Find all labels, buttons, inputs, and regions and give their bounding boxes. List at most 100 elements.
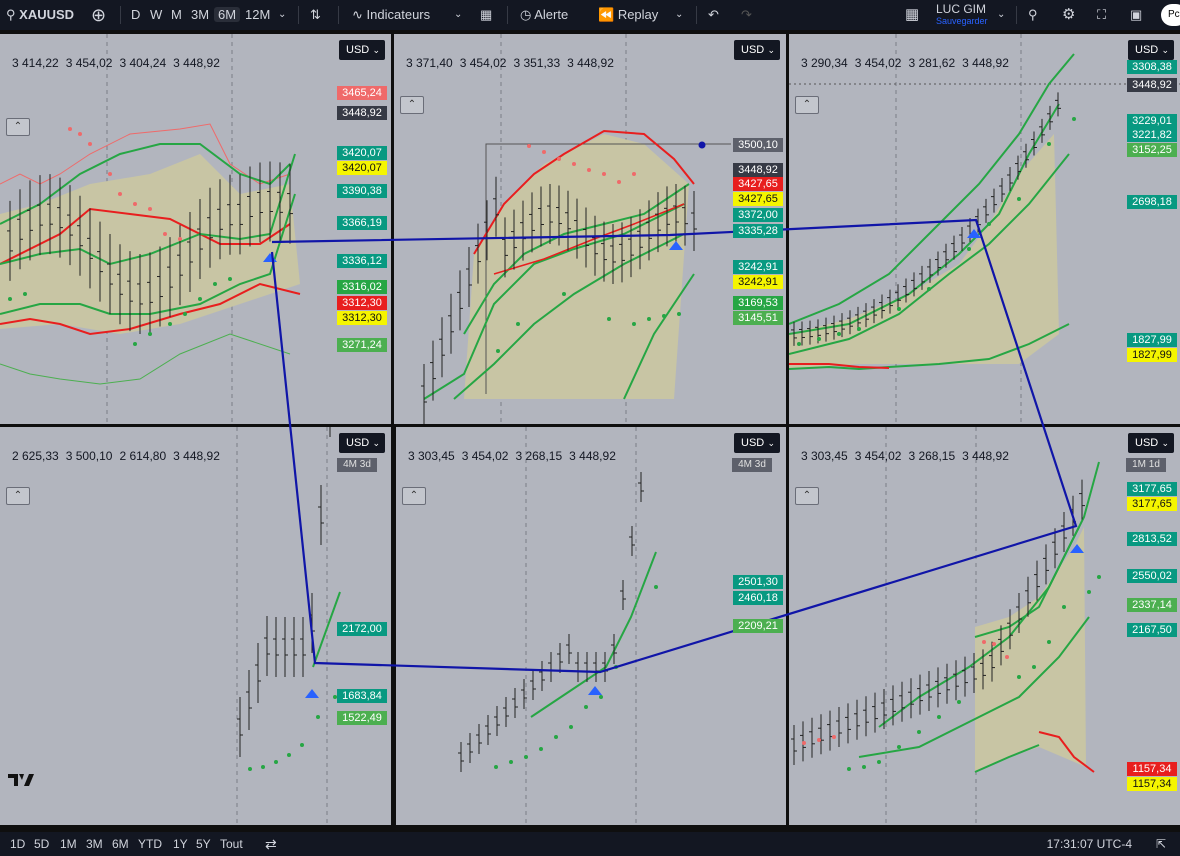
- undo-icon[interactable]: ↶: [708, 0, 719, 30]
- price-tag: 2550,02: [1127, 569, 1177, 583]
- maximize-icon[interactable]: ⇱: [1156, 832, 1166, 856]
- indicators-chevron-icon[interactable]: ⌄: [454, 0, 462, 30]
- price-tag: 1522,49: [337, 711, 387, 725]
- collapse-legend-button[interactable]: ⌃: [6, 118, 30, 136]
- chevron-down-icon: ⌄: [1161, 438, 1169, 448]
- price-tag: 3420,07: [337, 161, 387, 175]
- price-tag: 3177,65: [1127, 497, 1177, 511]
- price-tag: 3420,07: [337, 146, 387, 160]
- chart-canvas[interactable]: [0, 427, 391, 825]
- price-tag: 3390,38: [337, 184, 387, 198]
- quick-search-icon[interactable]: ⚲: [1028, 0, 1038, 30]
- collapse-legend-button[interactable]: ⌃: [795, 96, 819, 114]
- chart-pane-3[interactable]: 3 290,34 3 454,02 3 281,62 3 448,92 USD ⌄ ⌃: [789, 34, 1180, 424]
- chart-pane-1[interactable]: 3 414,22 3 454,02 3 404,24 3 448,92 USD ⌄ ⌃: [0, 34, 391, 424]
- price-tag: 2337,14: [1127, 598, 1177, 612]
- chart-canvas[interactable]: [789, 34, 1180, 424]
- chart-canvas[interactable]: [396, 427, 786, 825]
- layout-save-button[interactable]: LUC GIM Sauvegarder: [936, 0, 988, 33]
- currency-selector[interactable]: USD ⌄: [339, 40, 385, 60]
- price-tag: 3308,38: [1127, 60, 1177, 74]
- collapse-legend-button[interactable]: ⌃: [6, 487, 30, 505]
- collapse-legend-button[interactable]: ⌃: [400, 96, 424, 114]
- ohlc-value: 3 371,40: [406, 56, 453, 70]
- chart-canvas[interactable]: [394, 34, 786, 424]
- price-tag: 3312,30: [337, 296, 387, 310]
- timeframe-label: 1M 1d: [1126, 458, 1166, 472]
- price-tag: 2698,18: [1127, 195, 1177, 209]
- price-tag: 1827,99: [1127, 348, 1177, 362]
- range-button[interactable]: 5D: [34, 832, 49, 856]
- price-tag: 3465,24: [337, 86, 387, 100]
- tf-12m[interactable]: 12M: [245, 0, 270, 30]
- price-tag: 2209,21: [733, 619, 783, 633]
- alert-button[interactable]: ◷ Alerte: [520, 0, 568, 30]
- chart-pane-2[interactable]: 3 371,40 3 454,02 3 351,33 3 448,92 USD ⌄ ⌃: [394, 34, 786, 424]
- currency-selector[interactable]: USD ⌄: [339, 433, 385, 453]
- layout-status: Sauvegarder: [936, 16, 988, 26]
- currency-label: USD: [741, 44, 765, 56]
- price-tag: 3242,91: [733, 260, 783, 274]
- range-button[interactable]: 3M: [86, 832, 103, 856]
- chart-pane-4[interactable]: 2 625,33 3 500,10 2 614,80 3 448,92 USD ⌄ 4M 3…: [0, 427, 391, 825]
- chevron-down-icon: ⌄: [372, 45, 380, 55]
- chart-pane-5[interactable]: 3 303,45 3 454,02 3 268,15 3 448,92 USD ⌄ 4M 3…: [396, 427, 786, 825]
- range-button[interactable]: 1D: [10, 832, 25, 856]
- currency-selector[interactable]: USD ⌄: [734, 433, 780, 453]
- price-tag: 3448,92: [733, 163, 783, 177]
- ohlc-value: 3 448,92: [567, 56, 614, 70]
- camera-icon[interactable]: ▣: [1130, 0, 1142, 30]
- tf-dropdown-chevron-icon[interactable]: ⌄: [278, 0, 286, 30]
- chevron-up-icon: ⌃: [802, 490, 812, 501]
- currency-label: USD: [1135, 437, 1159, 449]
- fullscreen-icon[interactable]: ⛶: [1097, 0, 1106, 30]
- symbol-search-button[interactable]: ⚲ XAUUSD: [6, 0, 74, 30]
- range-button[interactable]: 6M: [112, 832, 129, 856]
- publish-button[interactable]: Pc: [1161, 4, 1180, 26]
- chart-canvas[interactable]: [789, 427, 1180, 825]
- chart-pane-6[interactable]: 3 303,45 3 454,02 3 268,15 3 448,92 USD ⌄ 1M 1…: [789, 427, 1180, 825]
- range-button[interactable]: 1Y: [173, 832, 188, 856]
- chart-canvas[interactable]: [0, 34, 391, 424]
- layout-chevron-icon[interactable]: ⌄: [997, 0, 1005, 30]
- ohlc-value: 3 500,10: [65, 449, 113, 463]
- currency-selector[interactable]: USD ⌄: [1128, 40, 1174, 60]
- candle-style-icon[interactable]: ⇅: [310, 0, 321, 30]
- ohlc-value: 3 351,33: [513, 56, 561, 70]
- layout-grid-icon[interactable]: ▦: [905, 0, 919, 30]
- ohlc-value: 3 290,34: [801, 56, 848, 70]
- templates-grid-icon[interactable]: ▦: [480, 0, 492, 30]
- range-button[interactable]: 1M: [60, 832, 77, 856]
- add-symbol-icon[interactable]: ⊕: [91, 0, 106, 30]
- price-tag: 3312,30: [337, 311, 387, 325]
- replay-button[interactable]: ⏪ Replay: [598, 0, 658, 30]
- redo-icon[interactable]: ↷: [741, 0, 752, 30]
- ohlc-values: 3 303,45 3 454,02 3 268,15 3 448,92: [408, 449, 623, 463]
- price-tag: 3271,24: [337, 338, 387, 352]
- currency-selector[interactable]: USD ⌄: [1128, 433, 1174, 453]
- tf-m[interactable]: M: [171, 0, 182, 30]
- price-tag: 3372,00: [733, 208, 783, 222]
- collapse-legend-button[interactable]: ⌃: [402, 487, 426, 505]
- tf-3m[interactable]: 3M: [191, 0, 209, 30]
- price-tag: 3152,25: [1127, 143, 1177, 157]
- chevron-up-icon: ⌃: [409, 490, 419, 501]
- replay-chevron-icon[interactable]: ⌄: [675, 0, 683, 30]
- tf-d[interactable]: D: [131, 0, 140, 30]
- date-range-icon[interactable]: ⇄: [265, 832, 277, 856]
- top-toolbar: ⚲ XAUUSD ⊕ D W M 3M 6M 12M ⌄ ⇅ ∿ Indicat…: [0, 0, 1180, 30]
- currency-selector[interactable]: USD ⌄: [734, 40, 780, 60]
- chevron-up-icon: ⌃: [802, 99, 812, 110]
- indicators-button[interactable]: ∿ Indicateurs: [352, 0, 430, 30]
- collapse-legend-button[interactable]: ⌃: [795, 487, 819, 505]
- settings-gear-icon[interactable]: ⚙: [1062, 0, 1075, 30]
- ohlc-value: 3 303,45: [801, 449, 848, 463]
- ohlc-value: 3 268,15: [908, 449, 956, 463]
- range-button[interactable]: YTD: [138, 832, 162, 856]
- timeframe-label: 4M 3d: [337, 458, 377, 472]
- range-button[interactable]: 5Y: [196, 832, 211, 856]
- tf-6m[interactable]: 6M: [214, 7, 241, 22]
- range-button[interactable]: Tout: [220, 832, 243, 856]
- tf-w[interactable]: W: [150, 0, 162, 30]
- alarm-clock-icon: ◷: [520, 7, 532, 22]
